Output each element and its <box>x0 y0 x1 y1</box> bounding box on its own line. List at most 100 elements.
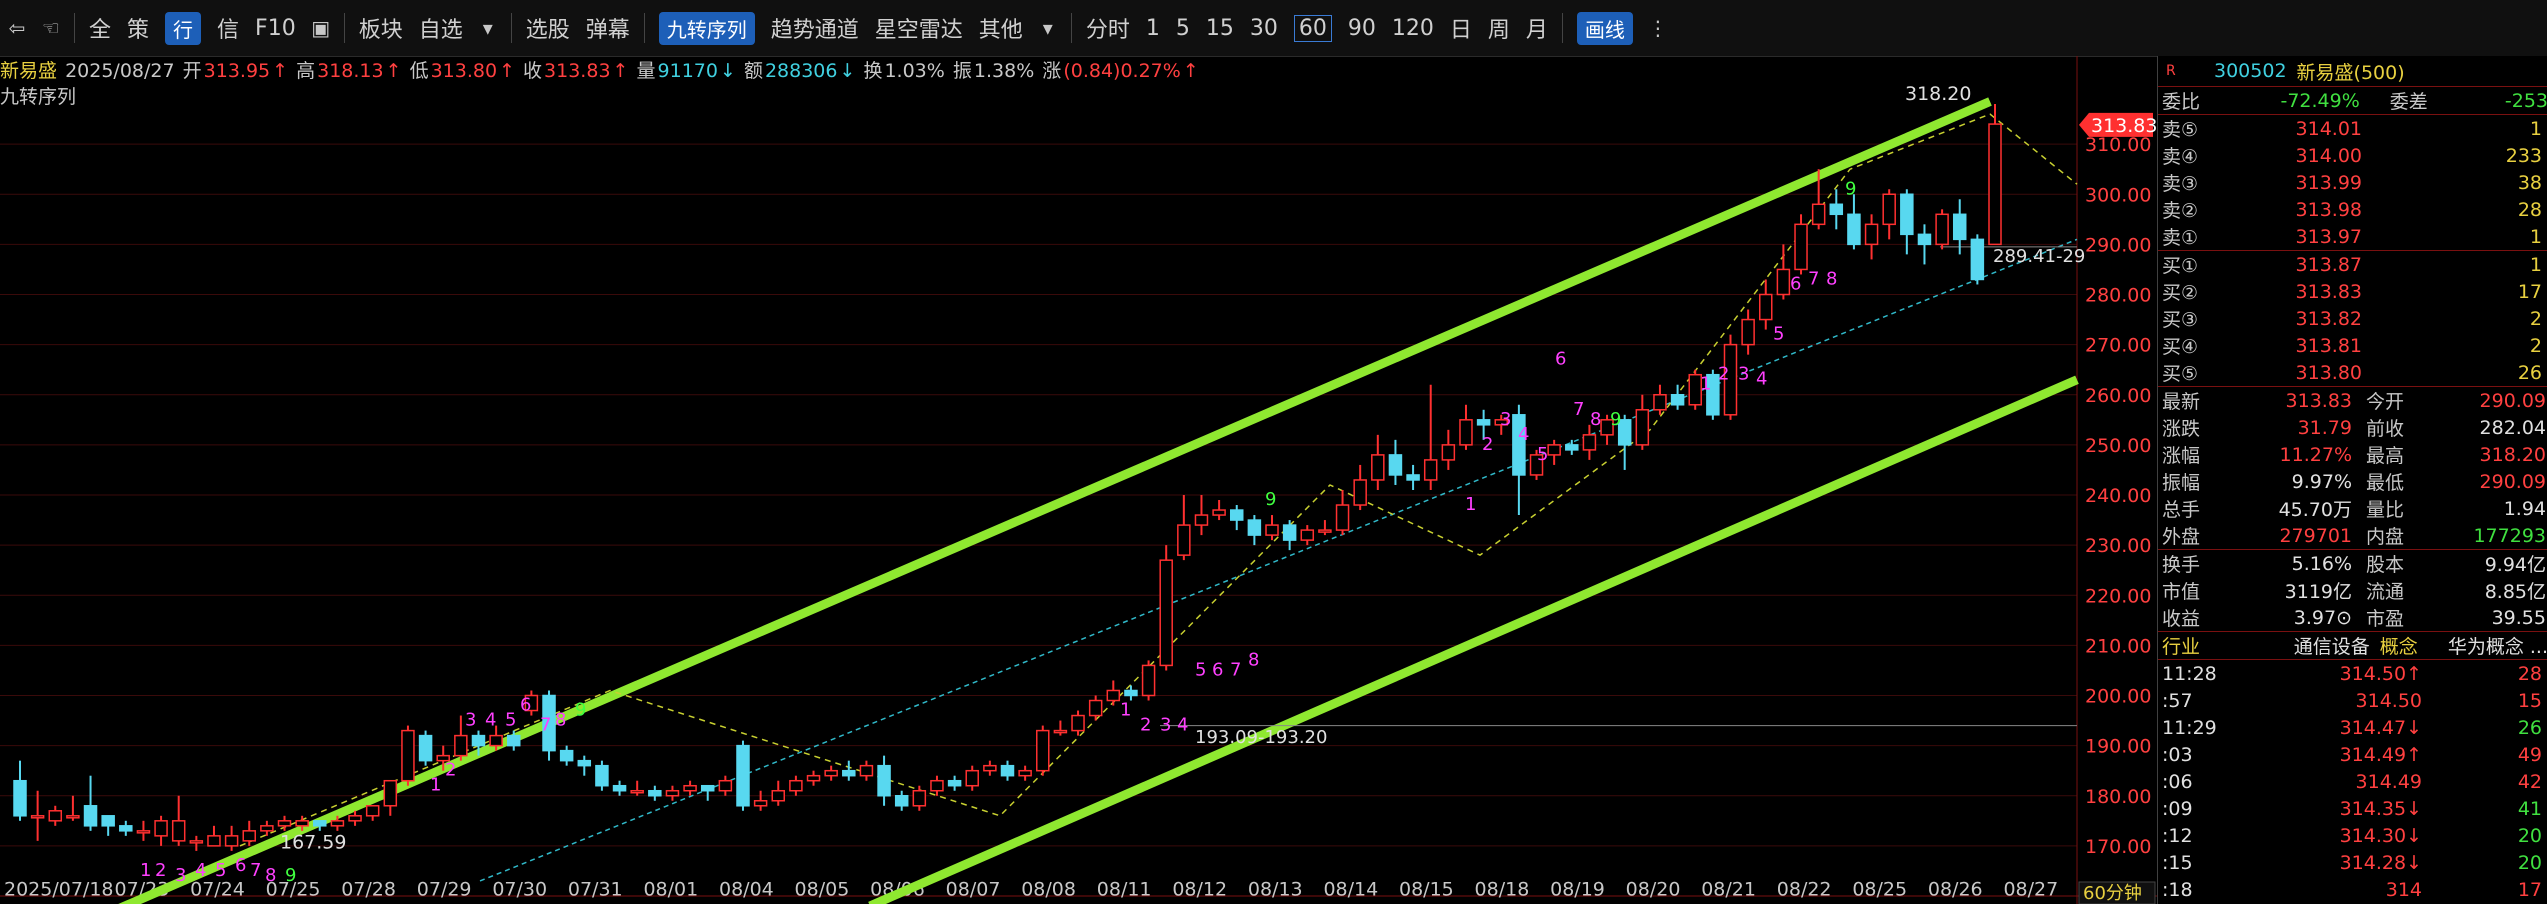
toolbar-item-danmaku[interactable]: 弹幕 <box>586 12 630 44</box>
ask-price: 313.99 <box>2295 171 2362 194</box>
tick-row: :03 314.49↑ 49 <box>2158 741 2547 768</box>
concept-value[interactable]: 华为概念 ... <box>2439 632 2547 659</box>
ask-volume: 233 <box>2505 144 2542 167</box>
tick-volume: 20 <box>2517 824 2542 847</box>
period-timeshare[interactable]: 分时 <box>1086 12 1130 44</box>
candle-up <box>1882 193 1896 226</box>
stock-title: 新易盛(500) <box>2296 61 2405 84</box>
tick-time: 11:28 <box>2162 662 2217 685</box>
candle-down <box>83 805 98 827</box>
toolbar-item-nine-turn[interactable]: 九转序列 <box>658 11 755 45</box>
toolbar-item-info[interactable]: 信 <box>217 12 239 44</box>
bid-row: 买⑤ 313.80 26 <box>2158 359 2547 386</box>
candle-up <box>1864 223 1879 246</box>
chevron-down-icon[interactable]: ▾ <box>477 16 499 40</box>
nine-turn-label: 9 <box>575 700 586 721</box>
stat-label: 流通 <box>2366 581 2405 603</box>
more-icon[interactable]: ⋮ <box>1647 16 1669 40</box>
bid-row: 买④ 313.81 2 <box>2158 332 2547 359</box>
candle-up <box>489 734 503 747</box>
candle-down <box>1247 519 1262 536</box>
period-day[interactable]: 日 <box>1450 12 1472 44</box>
date-tick-label: 08/22 <box>1777 879 1832 901</box>
period-30[interactable]: 30 <box>1250 16 1278 41</box>
stat-value: 290.09 <box>2479 389 2546 412</box>
tick-row: 11:29 314.47↓ 26 <box>2158 714 2547 741</box>
nine-turn-label: 2 <box>1718 364 1729 385</box>
period-month[interactable]: 月 <box>1526 12 1548 44</box>
price-tick-label: 210.00 <box>2085 635 2151 657</box>
date-tick-label: 08/20 <box>1626 879 1681 901</box>
nine-turn-label: 8 <box>1826 268 1837 289</box>
industry-value[interactable]: 通信设备 <box>2231 632 2370 659</box>
candle-up <box>224 835 239 847</box>
toolbar-item-watchlist[interactable]: 自选 <box>419 12 463 44</box>
ask-volume: 38 <box>2517 171 2542 194</box>
period-week[interactable]: 周 <box>1488 12 1510 44</box>
window-icon[interactable]: ▣ <box>310 16 332 40</box>
candle-down <box>877 764 891 797</box>
tick-row: :15 314.28↓ 20 <box>2158 849 2547 876</box>
back-icon[interactable]: ⇦ <box>6 16 28 40</box>
price-tick-label: 250.00 <box>2085 435 2151 457</box>
kline-chart[interactable]: 310.00 300.00 290.00 280.00 270.00 260.00 250.… <box>0 56 2157 904</box>
ask-level-label: 卖① <box>2162 227 2199 249</box>
ask-volume: 28 <box>2517 198 2542 221</box>
stock-code: 300502 <box>2214 60 2287 82</box>
candle-up <box>330 820 345 827</box>
candle-down <box>1406 474 1420 481</box>
tick-time: :57 <box>2162 689 2193 712</box>
price-tick-label: 260.00 <box>2085 385 2151 407</box>
toolbar-item-sector[interactable]: 板块 <box>359 12 403 44</box>
stat-row: 换手 5.16% 股本 9.94亿 <box>2158 550 2547 577</box>
nine-turn-label: 6 <box>1212 659 1223 680</box>
period-60[interactable]: 60 <box>1293 14 1332 42</box>
date-tick-label: 08/25 <box>1852 879 1907 901</box>
period-5[interactable]: 5 <box>1176 16 1190 41</box>
period-1[interactable]: 1 <box>1146 16 1160 41</box>
bid-level-label: 买⑤ <box>2162 363 2199 385</box>
period-label: 60分钟 <box>2083 883 2142 904</box>
date-tick-label: 07/24 <box>190 879 245 901</box>
period-15[interactable]: 15 <box>1206 16 1234 41</box>
toolbar-item-strategy[interactable]: 策 <box>127 12 149 44</box>
date-tick-label: 08/15 <box>1399 879 1454 901</box>
candle-down <box>507 734 521 747</box>
stat-label: 涨跌 <box>2162 418 2201 440</box>
nine-turn-label: 8 <box>265 865 276 886</box>
stat-label: 股本 <box>2366 554 2405 576</box>
toolbar-item-quote[interactable]: 行 <box>165 11 202 45</box>
candle-down <box>842 769 856 777</box>
stat-value: 45.70万 <box>2278 499 2352 521</box>
toolbar-item-screener[interactable]: 选股 <box>526 12 570 44</box>
candle-down <box>418 734 433 762</box>
candle-up <box>789 779 803 792</box>
toolbar-item-trend-channel[interactable]: 趋势通道 <box>771 12 859 44</box>
period-120[interactable]: 120 <box>1392 16 1434 41</box>
candle-up <box>401 729 415 782</box>
hand-icon[interactable]: ☜ <box>40 16 62 40</box>
ask-level-label: 卖④ <box>2162 146 2199 168</box>
toolbar-item-all[interactable]: 全 <box>89 12 111 44</box>
candle-down <box>736 744 750 807</box>
nine-turn-label: 1 <box>140 860 151 881</box>
candle-up <box>1335 504 1350 531</box>
draw-line-button[interactable]: 画线 <box>1576 11 1633 45</box>
stock-badge-icon: R <box>2166 63 2176 79</box>
box-label: 193.09-193.20 <box>1195 727 1327 748</box>
toolbar-item-other[interactable]: 其他 <box>979 12 1023 44</box>
candle-up <box>365 805 380 817</box>
period-90[interactable]: 90 <box>1348 16 1376 41</box>
candle-up <box>1194 514 1209 526</box>
toolbar-item-radar[interactable]: 星空雷达 <box>875 12 963 44</box>
date-tick-label: 07/30 <box>492 879 547 901</box>
candle-up <box>1741 318 1755 346</box>
toolbar-item-f10[interactable]: F10 <box>255 16 296 41</box>
ask-level-label: 卖⑤ <box>2162 119 2199 141</box>
chevron-down-icon[interactable]: ▾ <box>1037 16 1059 40</box>
candle-up <box>1071 714 1085 732</box>
current-price-label: 313.83 <box>2091 115 2157 137</box>
stat-value: 5.16% <box>2291 552 2352 575</box>
nine-turn-label: 7 <box>1573 399 1584 420</box>
candle-down <box>612 784 627 792</box>
